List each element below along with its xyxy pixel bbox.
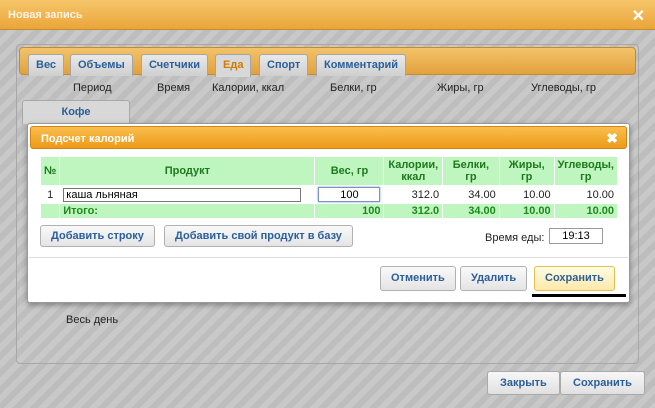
weight-input[interactable] — [318, 187, 381, 202]
col-protein: Белки, гр — [443, 157, 499, 185]
col-period: Период — [73, 82, 112, 94]
col-num: № — [41, 157, 60, 185]
window-title: Новая запись — [8, 9, 83, 21]
calories-value: 312.0 — [411, 188, 440, 201]
total-row: Итого: 100 312.0 34.00 10.00 10.00 — [41, 204, 617, 218]
dialog-close-icon[interactable]: ✖ — [606, 130, 618, 147]
dialog-save-button[interactable]: Сохранить — [534, 266, 615, 291]
cancel-button[interactable]: Отменить — [380, 266, 456, 291]
add-row-button[interactable]: Добавить строку — [40, 225, 155, 247]
col-time: Время — [157, 82, 191, 94]
calorie-dialog: Подсчет калорий ✖ № Продукт Вес, гр Кало… — [27, 123, 630, 303]
carbs-value: 10.00 — [586, 188, 614, 201]
col-calories: Калории, ккал — [384, 157, 443, 185]
col-calories: Калории, ккал — [212, 82, 285, 94]
col-carbs: Углеводы, гр — [554, 157, 617, 185]
total-fat: 10.00 — [499, 204, 554, 218]
total-calories: 312.0 — [384, 204, 443, 218]
tab-food[interactable]: Еда — [215, 54, 252, 77]
col-product: Продукт — [60, 157, 315, 185]
add-product-button[interactable]: Добавить свой продукт в базу — [164, 225, 353, 247]
col-carbs: Углеводы, гр — [531, 82, 596, 94]
close-icon[interactable]: ✕ — [632, 6, 645, 26]
protein-value: 34.00 — [468, 188, 496, 201]
weight-cell — [315, 186, 383, 203]
meal-time-input[interactable] — [549, 228, 603, 244]
save-underline-mark — [532, 294, 626, 297]
day-label: Весь день — [66, 314, 119, 326]
tab-comment[interactable]: Комментарий — [316, 54, 407, 76]
delete-button[interactable]: Удалить — [460, 266, 528, 291]
tab-counters[interactable]: Счетчики — [141, 54, 208, 76]
product-cell — [60, 186, 314, 203]
row-number: 1 — [47, 188, 54, 201]
dialog-title: Подсчет калорий — [41, 133, 135, 145]
total-spacer — [41, 204, 60, 218]
period-tab-coffee[interactable]: Кофе — [22, 100, 130, 124]
tab-volumes[interactable]: Объемы — [70, 54, 133, 76]
table-header-row: № Продукт Вес, гр Калории, ккал Белки, г… — [41, 157, 617, 185]
dialog-titlebar: Подсчет калорий ✖ — [30, 126, 627, 149]
product-input[interactable] — [63, 187, 302, 202]
total-carbs: 10.00 — [554, 204, 617, 218]
window-titlebar: Новая запись ✕ — [0, 0, 655, 30]
tab-bar: Вес Объемы Счетчики Еда Спорт Комментари… — [19, 47, 636, 77]
calorie-table: № Продукт Вес, гр Калории, ккал Белки, г… — [40, 156, 618, 219]
divider — [29, 257, 628, 258]
meal-time-label: Время еды: — [485, 232, 545, 244]
save-button[interactable]: Сохранить — [560, 371, 645, 395]
col-fat: Жиры, гр — [499, 157, 554, 185]
table-row: 1 312.0 34.00 10.00 10.00 — [41, 186, 617, 203]
col-protein: Белки, гр — [330, 82, 377, 94]
total-weight: 100 — [315, 204, 384, 218]
fat-value: 10.00 — [523, 188, 551, 201]
tab-sport[interactable]: Спорт — [259, 54, 309, 76]
col-weight: Вес, гр — [315, 157, 384, 185]
tab-weight[interactable]: Вес — [28, 54, 65, 76]
total-protein: 34.00 — [443, 204, 499, 218]
total-label: Итого: — [60, 204, 315, 218]
col-fat: Жиры, гр — [437, 82, 484, 94]
close-button[interactable]: Закрыть — [487, 371, 560, 395]
